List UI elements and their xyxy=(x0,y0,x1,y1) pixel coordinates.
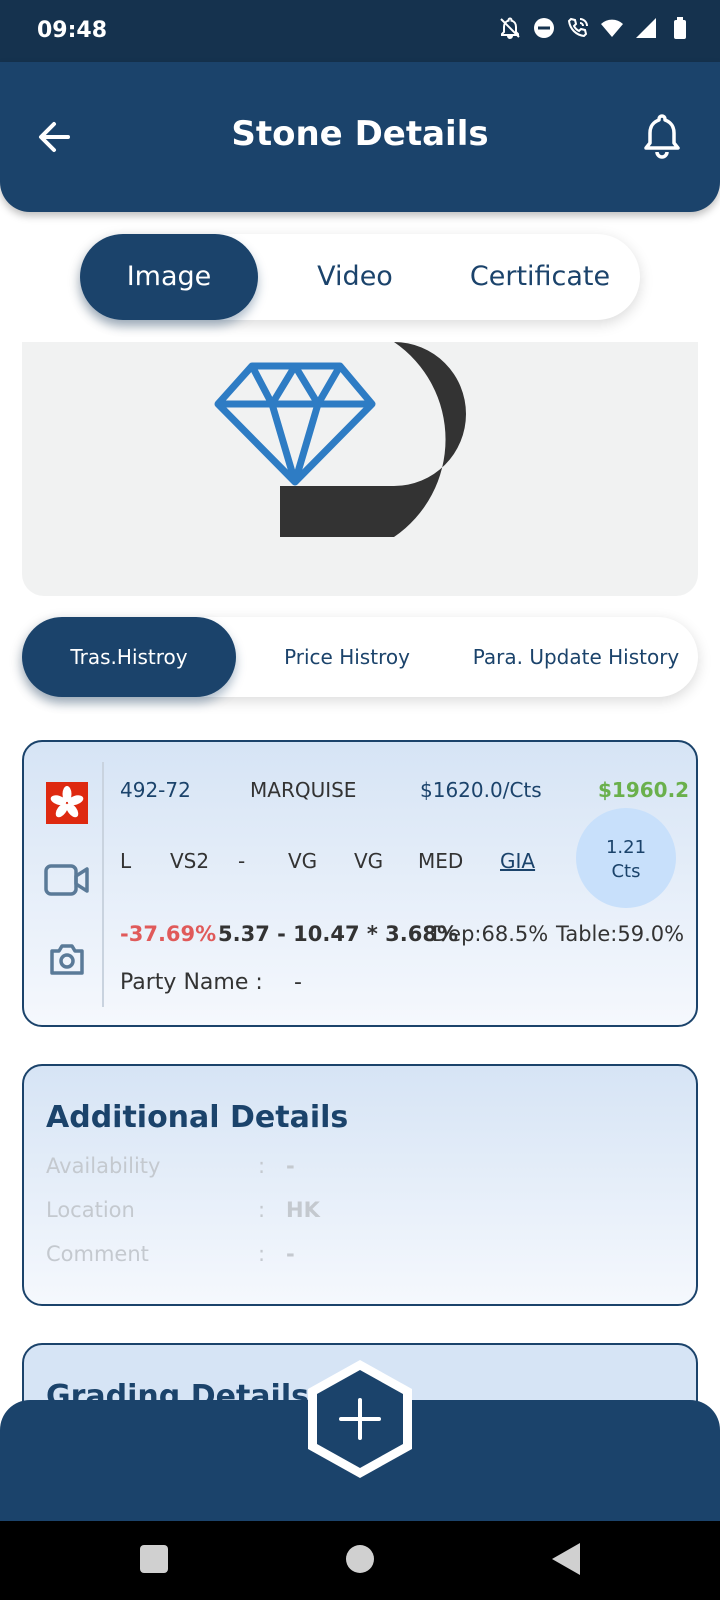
price-per-carat: $1620.0/Cts xyxy=(420,778,542,802)
tab-parameter-update-history[interactable]: Para. Update History xyxy=(458,617,694,697)
carat-unit: Cts xyxy=(611,861,641,882)
measurements: 5.37 - 10.47 * 3.68% xyxy=(218,922,459,946)
additional-details-title: Additional Details xyxy=(46,1100,349,1135)
media-tab-bar: Image Video Certificate xyxy=(80,234,640,320)
status-time: 09:48 xyxy=(37,18,108,43)
tab-price-history[interactable]: Price Histroy xyxy=(238,617,456,697)
party-name-label: Party Name : xyxy=(120,970,263,995)
detail-value: HK xyxy=(286,1198,320,1222)
detail-value: - xyxy=(286,1242,295,1266)
stone-symmetry: VG xyxy=(354,849,384,873)
detail-label: Availability xyxy=(46,1154,161,1178)
additional-details-card: Additional Details Availability : - Loca… xyxy=(22,1064,698,1306)
total-price: $1960.2 xyxy=(598,778,690,802)
depth: Dep:68.5% xyxy=(432,922,549,946)
app-header: Stone Details xyxy=(0,62,720,212)
stone-id: 492-72 xyxy=(120,778,191,802)
hong-kong-flag-icon xyxy=(46,782,88,824)
stone-summary-card: 492-72 MARQUISE $1620.0/Cts $1960.2 L VS… xyxy=(22,740,698,1027)
detail-row-location: Location : HK xyxy=(46,1198,686,1228)
stone-clarity: VS2 xyxy=(170,849,210,873)
detail-label: Location xyxy=(46,1198,135,1222)
stone-color: L xyxy=(120,849,132,873)
tab-video[interactable]: Video xyxy=(270,234,440,320)
diamond-logo-icon xyxy=(214,342,466,537)
detail-row-comment: Comment : - xyxy=(46,1242,686,1272)
detail-colon: : xyxy=(258,1154,266,1178)
detail-value: - xyxy=(286,1154,295,1178)
notification-bell-icon[interactable] xyxy=(640,112,684,160)
tab-image[interactable]: Image xyxy=(80,234,258,320)
history-tab-bar: Tras.Histroy Price Histroy Para. Update … xyxy=(22,617,698,697)
stone-polish: VG xyxy=(288,849,318,873)
signal-icon xyxy=(636,18,656,38)
stone-shape: MARQUISE xyxy=(250,778,357,802)
status-icons xyxy=(498,16,692,40)
do-not-disturb-icon xyxy=(534,18,554,38)
detail-row-availability: Availability : - xyxy=(46,1154,686,1184)
detail-colon: : xyxy=(258,1198,266,1222)
tab-transaction-history[interactable]: Tras.Histroy xyxy=(22,617,236,697)
stone-image xyxy=(22,342,698,596)
home-icon[interactable] xyxy=(340,1539,380,1579)
tab-certificate[interactable]: Certificate xyxy=(452,234,628,320)
detail-label: Comment xyxy=(46,1242,149,1266)
system-nav-bar xyxy=(0,1521,720,1600)
carat-value: 1.21 xyxy=(605,837,647,858)
stone-cut: - xyxy=(238,849,246,873)
video-camera-icon[interactable] xyxy=(44,862,90,898)
camera-icon[interactable] xyxy=(48,942,86,976)
table: Table:59.0% xyxy=(556,922,685,946)
stone-fluorescence: MED xyxy=(418,849,464,873)
bell-off-icon xyxy=(500,17,520,40)
wifi-call-icon xyxy=(567,17,588,38)
lab-link[interactable]: GIA xyxy=(500,849,535,873)
card-side-column xyxy=(24,762,104,1007)
wifi-icon xyxy=(601,19,623,37)
battery-icon xyxy=(674,17,686,39)
add-fab-button[interactable] xyxy=(302,1356,418,1482)
party-name-value: - xyxy=(294,970,302,995)
status-bar: 09:48 xyxy=(0,0,720,62)
recent-apps-icon[interactable] xyxy=(134,1539,174,1579)
carat-badge: 1.21 Cts xyxy=(576,808,676,908)
back-nav-icon[interactable] xyxy=(546,1539,586,1579)
page-title: Stone Details xyxy=(231,114,489,154)
detail-colon: : xyxy=(258,1242,266,1266)
discount: -37.69% xyxy=(120,922,217,946)
